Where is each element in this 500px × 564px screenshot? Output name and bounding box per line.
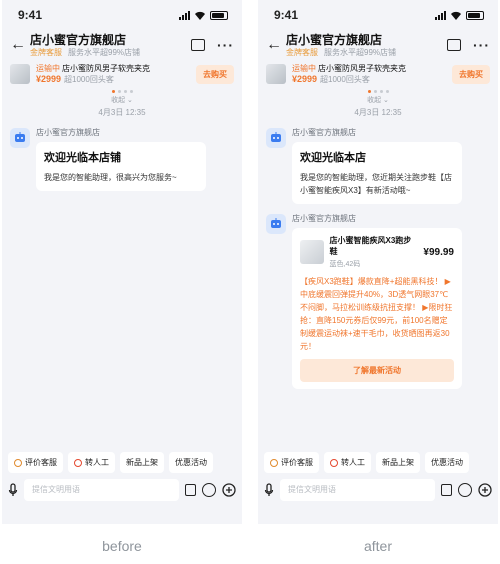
greeting-text: 我是您的智能助理，您近期关注跑步鞋【店小蜜智能疾风X3】有新活动哦~ [300, 173, 452, 195]
message-input[interactable]: 提信文明用语 [24, 479, 179, 501]
back-arrow-icon[interactable]: ← [266, 36, 282, 54]
bot-product-message: 店小蜜官方旗舰店 店小蜜智能疾风X3跑步鞋 蓝色,42码 ¥99.99 【疾风X… [258, 214, 498, 389]
status-time: 9:41 [18, 8, 43, 22]
chip-promotions[interactable]: 优惠活动 [169, 452, 213, 473]
emoji-icon[interactable] [202, 483, 216, 497]
phone-before: 9:41 ← 店小蜜官方旗舰店 金牌客服 服务水平超99%店铺 ··· 运输中店… [2, 0, 242, 524]
more-icon[interactable]: ··· [473, 37, 490, 53]
sender-name: 店小蜜官方旗舰店 [36, 128, 100, 137]
battery-icon [466, 10, 484, 20]
status-time: 9:41 [274, 8, 299, 22]
chat-date: 4月3日 12:35 [354, 108, 402, 117]
product-name: 店小蜜防风男子软壳夹克 [62, 64, 150, 73]
caption-before: before [102, 538, 142, 554]
rate-icon [14, 458, 22, 467]
card-product-name: 店小蜜智能疾风X3跑步鞋 [329, 236, 412, 256]
service-badge: 服务水平超99%店铺 [324, 47, 397, 57]
wifi-icon [451, 11, 461, 20]
product-reviews: 超1000回头客 [64, 75, 114, 84]
product-thumbnail [10, 64, 30, 84]
store-icon[interactable] [447, 39, 461, 51]
rate-icon [270, 458, 278, 467]
input-bar: 提信文明用语 [2, 478, 242, 502]
collapse-toggle[interactable]: 收起 ⌄ [2, 95, 242, 105]
more-icon[interactable]: ··· [217, 37, 234, 53]
person-icon [74, 458, 82, 467]
wifi-icon [195, 11, 205, 20]
sender-name: 店小蜜官方旗舰店 [292, 214, 356, 223]
product-card[interactable]: 店小蜜智能疾风X3跑步鞋 蓝色,42码 ¥99.99 【疾风X3跑鞋】爆款直降+… [292, 228, 462, 389]
chip-transfer-human[interactable]: 转人工 [324, 452, 371, 473]
plus-icon[interactable] [478, 483, 492, 497]
gold-badge: 金牌客服 [286, 47, 318, 57]
mic-icon[interactable] [8, 483, 18, 497]
nav-bar: ← 店小蜜官方旗舰店 金牌客服 服务水平超99%店铺 ··· [2, 30, 242, 60]
plus-icon[interactable] [222, 483, 236, 497]
bot-avatar-icon [10, 128, 30, 148]
card-product-price: ¥99.99 [423, 246, 454, 258]
greeting-title: 欢迎光临本店 [300, 152, 366, 164]
chip-new-arrivals[interactable]: 新品上架 [120, 452, 164, 473]
bot-avatar-icon [266, 128, 286, 148]
store-title[interactable]: 店小蜜官方旗舰店 [286, 33, 441, 47]
person-icon [330, 458, 338, 467]
signal-icon [179, 10, 190, 20]
back-arrow-icon[interactable]: ← [10, 36, 26, 54]
message-bubble: 欢迎光临本店 我是您的智能助理，您近期关注跑步鞋【店小蜜智能疾风X3】有新活动哦… [292, 142, 462, 204]
service-badge: 服务水平超99%店铺 [68, 47, 141, 57]
nav-bar: ← 店小蜜官方旗舰店 金牌客服 服务水平超99%店铺 ··· [258, 30, 498, 60]
signal-icon [435, 10, 446, 20]
greeting-title: 欢迎光临本店铺 [44, 152, 121, 164]
quick-reply-chips: 评价客服 转人工 新品上架 优惠活动 [2, 452, 242, 473]
buy-button[interactable]: 去购买 [196, 64, 234, 84]
order-product-bar[interactable]: 运输中 店小蜜防风男子软壳夹克 ¥2999 超1000回头客 去购买 [258, 60, 498, 88]
collapse-toggle[interactable]: 收起 ⌄ [258, 95, 498, 105]
caption-after: after [363, 538, 392, 554]
bot-message: 店小蜜官方旗舰店 欢迎光临本店铺 我是您的智能助理，很高兴为您服务~ [2, 128, 242, 191]
sender-name: 店小蜜官方旗舰店 [292, 128, 356, 137]
product-name: 店小蜜防风男子软壳夹克 [318, 64, 406, 73]
store-title[interactable]: 店小蜜官方旗舰店 [30, 33, 185, 47]
shoe-image [300, 240, 324, 264]
bot-avatar-icon [266, 214, 286, 234]
order-status: 运输中 [36, 64, 60, 73]
order-product-bar[interactable]: 运输中 店小蜜防风男子软壳夹克 ¥2999 超1000回头客 去购买 [2, 60, 242, 88]
message-bubble: 欢迎光临本店铺 我是您的智能助理，很高兴为您服务~ [36, 142, 206, 191]
chip-transfer-human[interactable]: 转人工 [68, 452, 115, 473]
buy-button[interactable]: 去购买 [452, 64, 490, 84]
input-bar: 提信文明用语 [258, 478, 498, 502]
product-price: ¥2999 [292, 74, 318, 84]
card-product-variant: 蓝色,42码 [329, 261, 361, 268]
greeting-text: 我是您的智能助理，很高兴为您服务~ [44, 173, 177, 182]
chip-new-arrivals[interactable]: 新品上架 [376, 452, 420, 473]
store-icon[interactable] [191, 39, 205, 51]
phone-after: 9:41 ← 店小蜜官方旗舰店 金牌客服 服务水平超99%店铺 ··· 运输中店… [258, 0, 498, 524]
chat-date: 4月3日 12:35 [98, 108, 146, 117]
chip-rate-service[interactable]: 评价客服 [8, 452, 63, 473]
emoji-icon[interactable] [458, 483, 472, 497]
mic-icon[interactable] [264, 483, 274, 497]
bag-icon[interactable] [185, 484, 196, 496]
chip-rate-service[interactable]: 评价客服 [264, 452, 319, 473]
carousel-dots [2, 90, 242, 93]
gold-badge: 金牌客服 [30, 47, 62, 57]
order-status: 运输中 [292, 64, 316, 73]
quick-reply-chips: 评价客服 转人工 新品上架 优惠活动 [258, 452, 498, 473]
chip-promotions[interactable]: 优惠活动 [425, 452, 469, 473]
battery-icon [210, 10, 228, 20]
product-reviews: 超1000回头客 [320, 75, 370, 84]
product-thumbnail [266, 64, 286, 84]
status-bar: 9:41 [258, 0, 498, 30]
product-price: ¥2999 [36, 74, 62, 84]
carousel-dots [258, 90, 498, 93]
message-input[interactable]: 提信文明用语 [280, 479, 435, 501]
learn-promotion-button[interactable]: 了解最新活动 [300, 359, 454, 382]
card-promo-text: 【疾风X3跑鞋】爆款直降+超能黑科技！ ▶中底缓震回弹提升40%，3D透气网眼3… [300, 277, 453, 351]
status-bar: 9:41 [2, 0, 242, 30]
bag-icon[interactable] [441, 484, 452, 496]
bot-message: 店小蜜官方旗舰店 欢迎光临本店 我是您的智能助理，您近期关注跑步鞋【店小蜜智能疾… [258, 128, 498, 204]
